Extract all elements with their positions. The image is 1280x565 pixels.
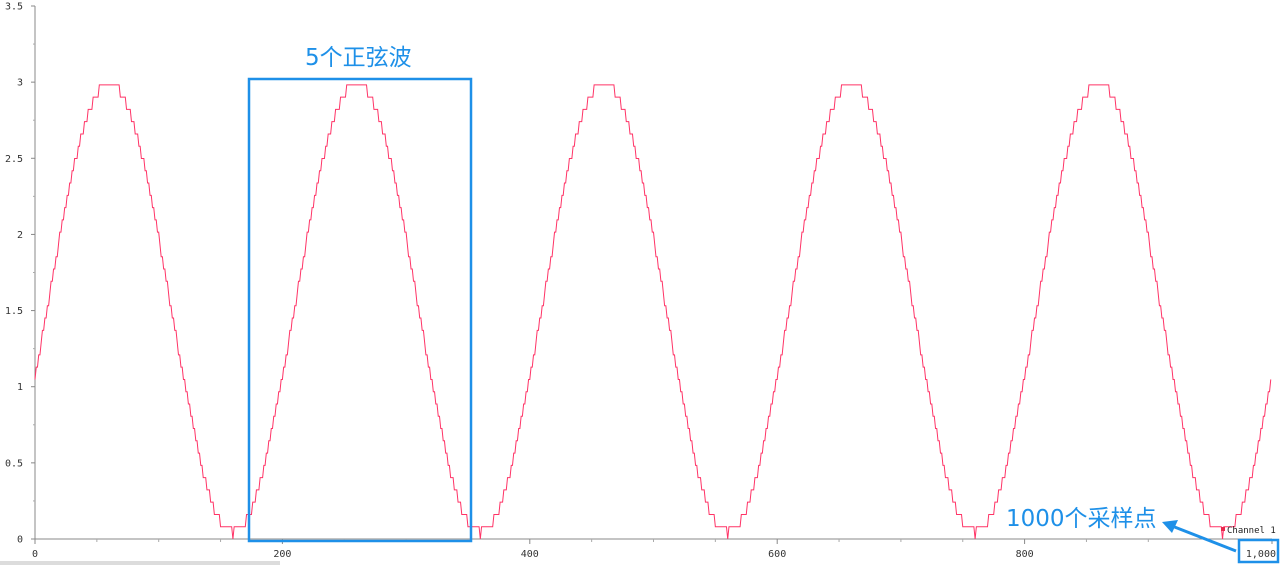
x-tick-label: 800: [1016, 549, 1034, 560]
y-tick-label: 0.5: [5, 458, 23, 469]
y-tick-label: 3: [17, 78, 23, 89]
waveform-chart: 0 0.5 1 1.5 2 2.5 3 3.5 0 200 400 600 800 1,000 Chan…: [5, 2, 1280, 564]
x-tick-label: 0: [32, 549, 38, 560]
series-layer: [34, 84, 1272, 540]
x-tick-label: 1,000: [1246, 549, 1276, 560]
legend-swatch: [1221, 527, 1225, 531]
sine-period-highlight-box: [247, 77, 473, 543]
x-tick-label: 600: [768, 549, 786, 560]
y-tick-label: 3.5: [5, 2, 23, 13]
x-tick-label: 400: [521, 549, 539, 560]
y-axis-ticks: 0 0.5 1 1.5 2 2.5 3 3.5: [5, 2, 35, 546]
bottom-scroll-strip[interactable]: [0, 561, 280, 565]
y-tick-label: 2: [17, 230, 23, 241]
y-tick-label: 2.5: [5, 154, 23, 165]
x-axis-ticks: 0 200 400 600 800 1,000: [32, 539, 1276, 560]
legend-label: Channel 1: [1227, 526, 1276, 536]
annotation-five-sines: 5个正弦波: [305, 45, 412, 71]
annotation-1000-samples: 1000个采样点: [1006, 506, 1157, 532]
series-line-channel-1: [34, 84, 1272, 540]
x-tick-label: 200: [273, 549, 291, 560]
y-tick-label: 1: [17, 382, 23, 393]
y-tick-label: 0: [17, 535, 23, 546]
legend: Channel 1: [1221, 526, 1276, 536]
chart-axes: [34, 6, 1272, 540]
y-tick-label: 1.5: [5, 306, 23, 317]
